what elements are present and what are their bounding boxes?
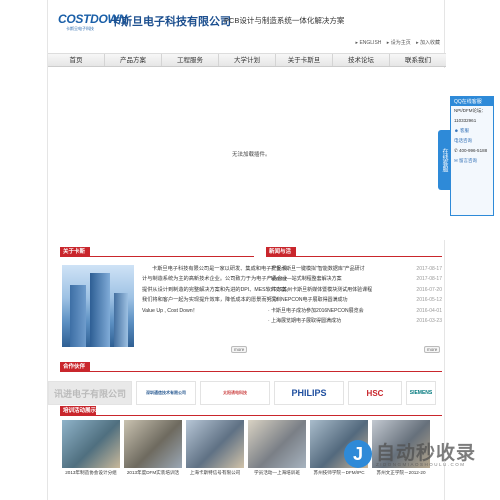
about-heading-line xyxy=(60,256,254,257)
phone-number: ✆ 400-996-5188 xyxy=(454,148,488,153)
about-more-button[interactable]: more xyxy=(231,346,248,353)
nav-item-engineering[interactable]: 工程服务 xyxy=(161,54,218,66)
forum-label: NPI/DFM论坛： xyxy=(454,108,486,113)
plugin-message: 无法加载插件。 xyxy=(232,152,271,158)
news-item[interactable]: · 2016苏州卡斯旦新媒体暨模块测试用体验课程 2016-07-20 xyxy=(268,285,442,295)
news-list: · 祝贺卡斯旦一键模拟"智能数据库"产品研讨 2017-08-17 · Mento… xyxy=(268,264,442,326)
news-item[interactable]: · 上海展览期电子展取得圆满成功 2016-03-23 xyxy=(268,316,442,326)
phone-title: 电话咨询 xyxy=(454,138,472,143)
qq-icon: ☻ xyxy=(454,128,459,133)
partner-logo[interactable]: HSC xyxy=(348,381,402,405)
english-link[interactable]: ▸ ENGLISH xyxy=(356,40,382,46)
news-item[interactable]: · 卡斯旦电子成功参加2016NEPCON展览会 2016-04-01 xyxy=(268,306,442,316)
top-links: ▸ ENGLISH ▸ 设为主页 ▸ 加入收藏 xyxy=(352,39,440,46)
phone-icon: ✆ xyxy=(454,148,458,153)
nav-item-contact[interactable]: 联系我们 xyxy=(389,54,446,66)
news-item[interactable]: · Mentor—站式制程整套解决方案 2017-08-17 xyxy=(268,274,442,284)
training-photo[interactable]: 上海卡斯特信号有限公司 xyxy=(186,420,244,486)
nav-item-products[interactable]: 产品方案 xyxy=(104,54,161,66)
partner-logo[interactable]: 太阳诱电科技 xyxy=(200,381,270,405)
news-item[interactable]: · 祝贺卡斯旦一键模拟"智能数据库"产品研讨 2017-08-17 xyxy=(268,264,442,274)
partner-logo[interactable]: PHILIPS xyxy=(274,381,344,405)
nav-item-university[interactable]: 大学计划 xyxy=(218,54,275,66)
watermark: J 自动秒收录 ZIDONGMIAOSHOULU.COM xyxy=(344,438,494,470)
about-building-image xyxy=(62,265,134,347)
partners-heading-line xyxy=(60,371,442,372)
company-name: 卡斯旦电子科技有限公司 xyxy=(110,15,231,28)
add-favorite-link[interactable]: ▸ 加入收藏 xyxy=(416,40,440,46)
main-nav: 首页 产品方案 工程服务 大学计划 关于卡斯旦 技术论坛 联系我们 xyxy=(48,53,446,67)
qq-number[interactable]: 110332961 xyxy=(451,116,493,126)
training-photo[interactable]: 2013年度DFM实装培训活 xyxy=(124,420,182,486)
training-photo[interactable]: 2013年制造协会设计分组 xyxy=(62,420,120,486)
training-heading-line xyxy=(60,415,442,416)
qq-panel-title: QQ在线客服 xyxy=(451,97,493,106)
partner-logo[interactable]: 深圳通信技术有限公司 xyxy=(136,381,196,405)
nav-item-forum[interactable]: 技术论坛 xyxy=(332,54,389,66)
nav-item-about[interactable]: 关于卡斯旦 xyxy=(275,54,332,66)
banner-plugin-area: 无法加载插件。 xyxy=(48,68,446,240)
training-photo[interactable]: 学员活动—上海培训班 xyxy=(248,420,306,486)
watermark-text: 自动秒收录 xyxy=(376,443,477,464)
customer-service-link[interactable]: ☻ 客服 xyxy=(451,126,493,136)
online-service-tab[interactable]: 在线客服 xyxy=(438,130,450,190)
partner-logo[interactable]: 讯进电子有限公司 xyxy=(48,381,132,405)
nav-item-home[interactable]: 首页 xyxy=(48,54,104,66)
partner-logo[interactable]: SIEMENS xyxy=(406,381,436,405)
qq-service-panel: QQ在线客服 NPI/DFM论坛： 110332961 ☻ 客服 电话咨询 ✆ … xyxy=(450,96,494,216)
watermark-icon: J xyxy=(344,440,372,468)
message-icon: ✉ xyxy=(454,158,458,163)
partner-logos: 讯进电子有限公司 深圳通信技术有限公司 太阳诱电科技 PHILIPS HSC S… xyxy=(48,380,446,406)
page: COSTDOWN 卡斯旦电子科技 卡斯旦电子科技有限公司 PCB设计与制造系统一… xyxy=(47,0,446,500)
news-heading-line xyxy=(266,256,442,257)
set-homepage-link[interactable]: ▸ 设为主页 xyxy=(387,40,411,46)
watermark-subtext: ZIDONGMIAOSHOULU.COM xyxy=(376,462,466,467)
news-more-button[interactable]: more xyxy=(424,346,441,353)
slogan: PCB设计与制造系统一体化解决方案 xyxy=(224,16,345,25)
news-item[interactable]: · 深圳NEPCON电子展取得圆满成功 2016-05-12 xyxy=(268,295,442,305)
leave-message-link[interactable]: ✉ 留言咨询 xyxy=(451,156,493,166)
